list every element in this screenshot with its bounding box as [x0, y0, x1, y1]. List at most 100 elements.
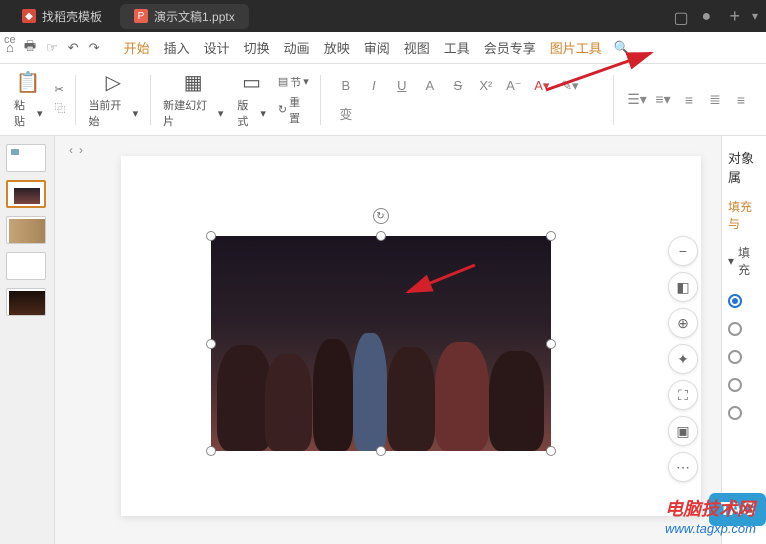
play-current-group[interactable]: ▷ 当前开始▾	[82, 70, 144, 129]
radio-option-5[interactable]	[728, 406, 760, 420]
tab-dropdown-icon[interactable]: ▾	[752, 9, 758, 23]
tab-insert[interactable]: 插入	[164, 38, 190, 57]
new-slide-group[interactable]: ▦ 新建幻灯片▾	[157, 70, 229, 129]
bold-button[interactable]: B	[335, 75, 357, 97]
handle-mid-left[interactable]	[206, 339, 216, 349]
search-icon[interactable]: 🔍	[614, 40, 630, 56]
tab-view[interactable]: 视图	[404, 38, 430, 57]
radio-option-1[interactable]	[728, 294, 760, 308]
transform-button[interactable]: 变	[335, 103, 357, 125]
magic-button[interactable]: ✦	[668, 344, 698, 374]
tab-animation[interactable]: 动画	[284, 38, 310, 57]
tab-design[interactable]: 设计	[204, 38, 230, 57]
undo-icon[interactable]: ↶	[68, 40, 79, 56]
fullscreen-button[interactable]: ⛶	[668, 380, 698, 410]
superscript-button[interactable]: X²	[475, 75, 497, 97]
strike-button[interactable]: S	[447, 75, 469, 97]
handle-bottom-right[interactable]	[546, 446, 556, 456]
slide-thumb-4[interactable]	[6, 252, 46, 280]
image-button[interactable]: ▣	[668, 416, 698, 446]
slide-panel	[0, 136, 55, 544]
zoom-out-button[interactable]: −	[668, 236, 698, 266]
tab-tools[interactable]: 工具	[444, 38, 470, 57]
numbering-button[interactable]: ≡▾	[652, 89, 674, 111]
pptx-icon: P	[134, 9, 148, 23]
slide-thumb-2[interactable]	[6, 180, 46, 208]
watermark: 电脑技术网 www.tagxp.com	[665, 495, 756, 536]
handle-top-right[interactable]	[546, 231, 556, 241]
new-slide-icon: ▦	[184, 70, 203, 95]
bullets-button[interactable]: ☰▾	[626, 89, 648, 111]
tab-transition[interactable]: 切换	[244, 38, 270, 57]
play-icon: ▷	[106, 70, 121, 95]
menubar: ce ⌂ 🖶 ☞ ↶ ↷ 开始 插入 设计 切换 动画 放映 审阅 视图 工具 …	[0, 32, 766, 64]
tab-member[interactable]: 会员专享	[484, 38, 536, 57]
clear-format-button[interactable]: A⁻	[503, 75, 525, 97]
cut-button[interactable]: ✂	[54, 83, 65, 96]
preview-icon[interactable]: ☞	[46, 40, 58, 56]
paste-icon: 📋	[16, 70, 41, 95]
breadcrumb-bar: ‹ ›	[61, 138, 91, 162]
tab-templates[interactable]: ◆ 找稻壳模板	[8, 4, 116, 29]
slide-canvas[interactable]: ↻	[121, 156, 701, 516]
text-a-button[interactable]: A	[419, 75, 441, 97]
new-tab-button[interactable]: +	[729, 6, 740, 27]
tab-start[interactable]: 开始	[124, 38, 150, 57]
expand-icon[interactable]: ›	[79, 143, 83, 157]
align-left-button[interactable]: ≡	[678, 89, 700, 111]
layout-group[interactable]: ▭ 版式▾	[231, 70, 271, 129]
panel-title: 对象属	[728, 148, 760, 186]
slide-thumb-1[interactable]	[6, 144, 46, 172]
redo-icon[interactable]: ↷	[89, 40, 100, 56]
display-icon[interactable]: ▢	[673, 8, 689, 24]
print-icon[interactable]: 🖶	[24, 37, 36, 59]
radio-option-3[interactable]	[728, 350, 760, 364]
italic-button[interactable]: I	[363, 75, 385, 97]
reset-button[interactable]: ↻ 重置	[278, 94, 310, 126]
chevron-down-icon: ▾	[728, 254, 734, 268]
tab-review[interactable]: 审阅	[364, 38, 390, 57]
tab-picture-tools[interactable]: 图片工具	[550, 38, 602, 57]
rotate-handle[interactable]: ↻	[373, 208, 389, 224]
dot-icon[interactable]: ●	[701, 8, 717, 24]
watermark-text1: 电脑技术网	[665, 495, 756, 521]
tab-label: 找稻壳模板	[42, 8, 102, 25]
template-icon: ◆	[22, 9, 36, 23]
align-center-button[interactable]: ≣	[704, 89, 726, 111]
handle-top-left[interactable]	[206, 231, 216, 241]
radio-option-2[interactable]	[728, 322, 760, 336]
float-toolbar: − ◧ ⊕ ✦ ⛶ ▣ ⋯	[668, 236, 698, 482]
workspace: ‹ › ↻	[0, 136, 766, 544]
collapse-icon[interactable]: ‹	[69, 143, 73, 157]
ribbon: 📋 粘贴▾ ✂ ⿻ ▷ 当前开始▾ ▦ 新建幻灯片▾ ▭ 版式▾ ▤ 节▾ ↻ …	[0, 64, 766, 136]
font-color-button[interactable]: A▾	[531, 75, 553, 97]
canvas-area: ‹ › ↻	[55, 136, 766, 544]
titlebar: ◆ 找稻壳模板 P 演示文稿1.pptx ▢ ● + ▾	[0, 0, 766, 32]
panel-tab-fill[interactable]: 填充与	[728, 198, 760, 232]
section-button[interactable]: ▤ 节▾	[278, 74, 310, 90]
slide-thumb-3[interactable]	[6, 216, 46, 244]
underline-button[interactable]: U	[391, 75, 413, 97]
paste-group[interactable]: 📋 粘贴▾	[8, 70, 48, 129]
selected-image[interactable]: ↻	[211, 236, 551, 451]
image-content	[211, 236, 551, 451]
radio-option-4[interactable]	[728, 378, 760, 392]
handle-bottom-left[interactable]	[206, 446, 216, 456]
watermark-text2: www.tagxp.com	[665, 521, 756, 536]
copy-button[interactable]: ⿻	[54, 100, 65, 116]
right-panel: 对象属 填充与 ▾ 填充	[721, 136, 766, 544]
cut-text-fragment: ce	[0, 32, 20, 48]
tab-slideshow[interactable]: 放映	[324, 38, 350, 57]
highlight-button[interactable]: ✎▾	[559, 75, 581, 97]
crop-button[interactable]: ◧	[668, 272, 698, 302]
handle-mid-right[interactable]	[546, 339, 556, 349]
section-fill[interactable]: ▾ 填充	[728, 244, 760, 278]
layout-icon: ▭	[242, 70, 261, 95]
tab-presentation[interactable]: P 演示文稿1.pptx	[120, 4, 249, 29]
align-right-button[interactable]: ≡	[730, 89, 752, 111]
zoom-button[interactable]: ⊕	[668, 308, 698, 338]
handle-bottom-mid[interactable]	[376, 446, 386, 456]
handle-top-mid[interactable]	[376, 231, 386, 241]
more-button[interactable]: ⋯	[668, 452, 698, 482]
slide-thumb-5[interactable]	[6, 288, 46, 316]
